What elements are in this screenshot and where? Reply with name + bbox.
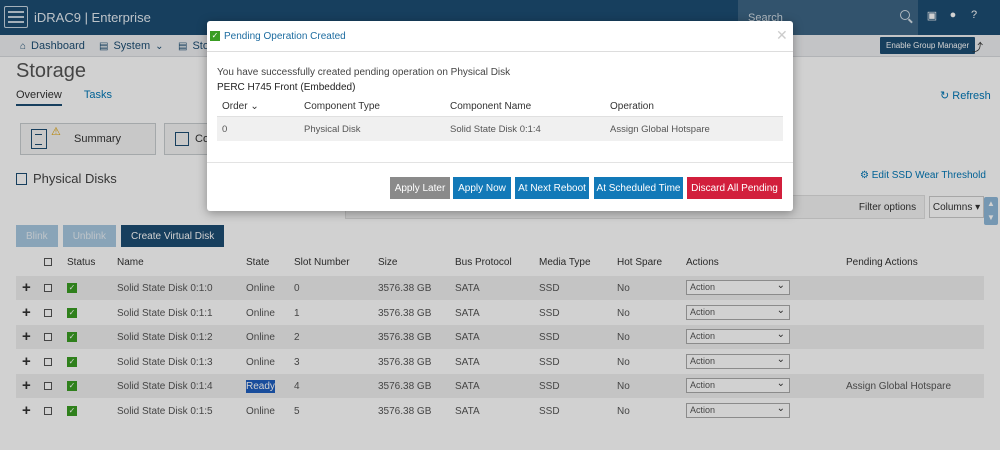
dialog-title: Pending Operation Created (224, 31, 346, 42)
dialog-table-header: Order ⌄ Component Type Component Name Op… (217, 97, 783, 117)
dtd-component-type: Physical Disk (304, 124, 361, 135)
dth-operation: Operation (610, 101, 654, 112)
at-scheduled-time-button[interactable]: At Scheduled Time (594, 177, 683, 199)
dth-component-name: Component Name (450, 101, 532, 112)
dialog-table-row: 0 Physical Disk Solid State Disk 0:1:4 A… (217, 117, 783, 141)
chevron-down-icon: ⌄ (250, 101, 259, 112)
dialog-divider (207, 162, 793, 163)
dtd-operation: Assign Global Hotspare (610, 124, 710, 135)
discard-all-pending-button[interactable]: Discard All Pending (687, 177, 782, 199)
dtd-order: 0 (222, 124, 228, 135)
success-check-icon: ✓ (210, 31, 220, 41)
dialog-header: ✓ Pending Operation Created ✕ (207, 21, 793, 52)
dth-order[interactable]: Order ⌄ (222, 101, 259, 112)
at-next-reboot-button[interactable]: At Next Reboot (515, 177, 589, 199)
apply-later-button[interactable]: Apply Later (390, 177, 450, 199)
apply-now-button[interactable]: Apply Now (453, 177, 511, 199)
dialog-controller: PERC H745 Front (Embedded) (217, 82, 356, 93)
dialog-message: You have successfully created pending op… (217, 67, 511, 78)
pending-operation-dialog: ✓ Pending Operation Created ✕ You have s… (207, 21, 793, 211)
dth-component-type: Component Type (304, 101, 380, 112)
dtd-component-name: Solid State Disk 0:1:4 (450, 124, 541, 135)
close-icon[interactable]: ✕ (776, 27, 788, 44)
